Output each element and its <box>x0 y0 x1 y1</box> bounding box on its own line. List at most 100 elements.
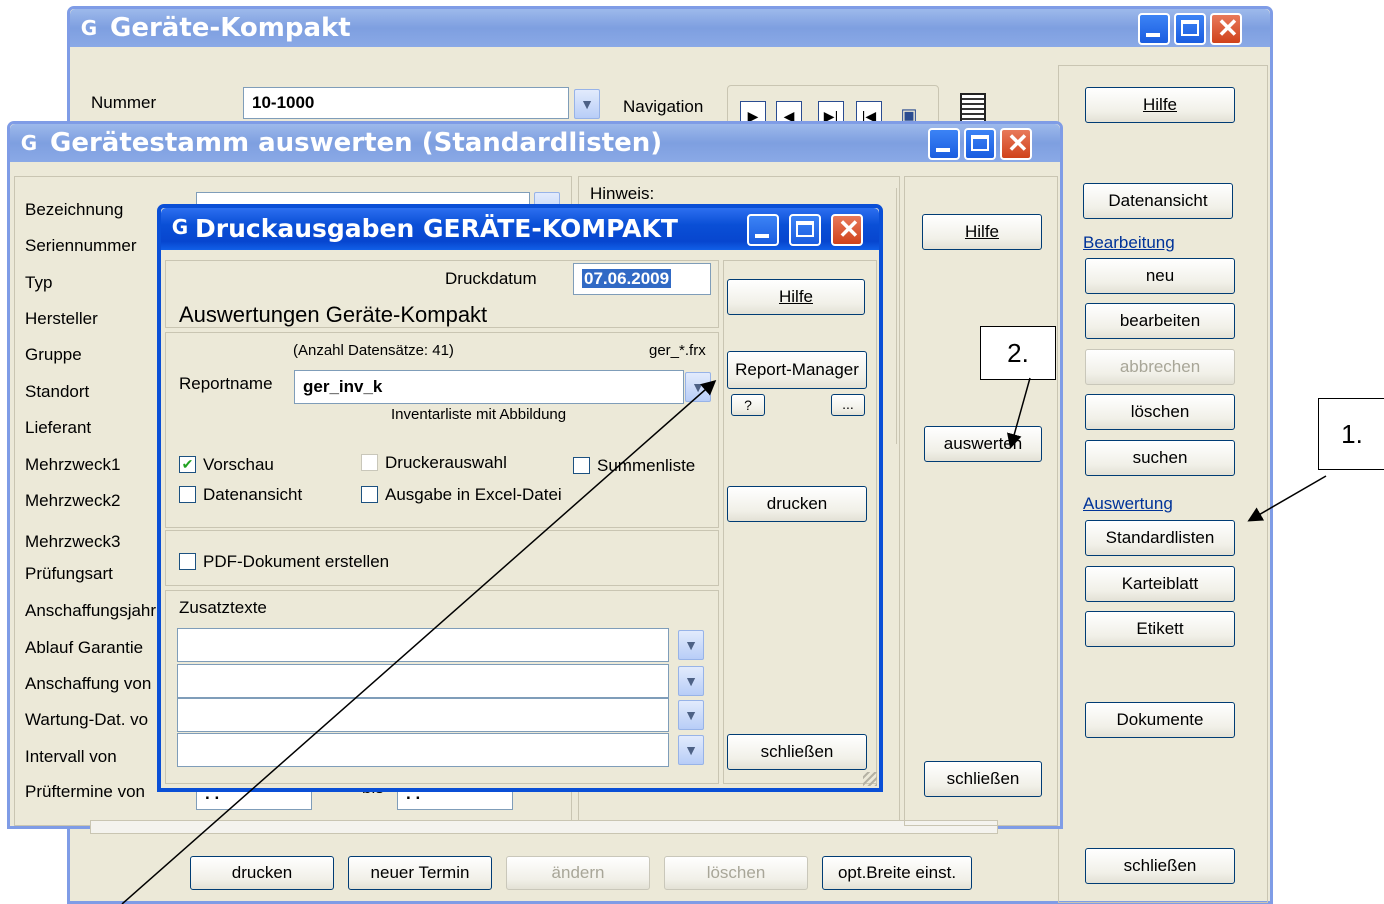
close-icon: ✕ <box>1007 128 1029 158</box>
titlebar-main[interactable]: G Geräte-Kompakt ✕ <box>70 9 1270 47</box>
neuer-termin-label: neuer Termin <box>370 863 470 882</box>
hilfe-button-geraetestamm[interactable]: Hilfe <box>922 214 1042 250</box>
report-manager-button[interactable]: Report-Manager <box>727 351 867 389</box>
standardlisten-button[interactable]: Standardlisten <box>1085 520 1235 556</box>
titlebar-geraetestamm[interactable]: G Gerätestamm auswerten (Standardlisten)… <box>10 124 1060 162</box>
geraetestamm-side-panel <box>904 176 1058 826</box>
field-label-anschaffungsjahr: Anschaffungsjahr <box>25 601 157 620</box>
drucken-label: drucken <box>231 863 293 882</box>
bearbeitung-label: Bearbeitung <box>1083 233 1175 252</box>
close-button[interactable]: ✕ <box>1000 128 1032 160</box>
titlebar-druckausgaben[interactable]: G Druckausgaben GERÄTE-KOMPAKT ✕ <box>161 208 879 250</box>
nummer-field[interactable]: 10-1000 <box>243 87 569 119</box>
datenansicht-label: Datenansicht <box>1108 191 1208 210</box>
hinweis-textbox[interactable] <box>884 188 897 444</box>
zusatztext-dropdown-2[interactable]: ▼ <box>678 666 704 696</box>
field-label-ablauf-garantie: Ablauf Garantie <box>25 638 144 657</box>
reportname-input[interactable]: ger_inv_k <box>294 370 684 404</box>
minimize-button[interactable] <box>747 214 779 246</box>
karteiblatt-button[interactable]: Karteiblatt <box>1085 566 1235 602</box>
anzahl-datensaetze: (Anzahl Datensätze: 41) <box>293 342 454 359</box>
reportname-label: Reportname <box>179 374 273 393</box>
bearbeiten-button[interactable]: bearbeiten <box>1085 303 1235 339</box>
auswerten-button[interactable]: auswerten <box>924 426 1042 462</box>
druckdatum-input[interactable]: 07.06.2009 <box>573 263 711 295</box>
minimize-button[interactable] <box>1138 13 1170 45</box>
callout-two: 2. <box>980 326 1056 380</box>
field-label-standort: Standort <box>25 382 90 401</box>
opt-breite-button[interactable]: opt.Breite einst. <box>822 856 972 890</box>
drucken-label: drucken <box>766 494 828 513</box>
minimize-button[interactable] <box>928 128 960 160</box>
schliessen-button-main[interactable]: schließen <box>1085 848 1235 884</box>
field-label-gruppe: Gruppe <box>25 345 82 364</box>
neuer-termin-button[interactable]: neuer Termin <box>348 856 492 890</box>
summenliste-checkbox[interactable] <box>573 457 590 474</box>
maximize-button[interactable] <box>1174 13 1206 45</box>
loeschen-button-side[interactable]: löschen <box>1085 394 1235 430</box>
loeschen-button-bottom[interactable]: löschen <box>664 856 808 890</box>
field-label-bezeichnung: Bezeichnung <box>25 200 124 219</box>
list-document-icon[interactable] <box>960 93 986 123</box>
maximize-button[interactable] <box>964 128 996 160</box>
frx-filter: ger_*.frx <box>649 342 706 359</box>
reportname-dropdown[interactable]: ▼ <box>685 372 711 402</box>
field-label-pruefungsart: Prüfungsart <box>25 564 113 583</box>
excel-checkbox[interactable] <box>361 486 378 503</box>
neu-button[interactable]: neu <box>1085 258 1235 294</box>
zusatztext-dropdown-3[interactable]: ▼ <box>678 700 704 730</box>
window-title: Geräte-Kompakt <box>110 13 351 43</box>
chevron-down-icon: ▼ <box>684 673 698 689</box>
drucken-button-main[interactable]: drucken <box>190 856 334 890</box>
schliessen-label: schließen <box>1123 856 1197 875</box>
drucken-button-druck[interactable]: drucken <box>727 486 867 522</box>
report-description: Inventarliste mit Abbildung <box>391 406 567 423</box>
help-question-button[interactable]: ? <box>731 394 765 416</box>
field-label-lieferant: Lieferant <box>25 418 92 437</box>
results-scrollbar[interactable] <box>90 820 998 834</box>
close-button[interactable]: ✕ <box>1210 13 1242 45</box>
question-icon: ? <box>744 397 752 413</box>
aendern-button[interactable]: ändern <box>506 856 650 890</box>
karteiblatt-label: Karteiblatt <box>1121 574 1199 593</box>
close-button[interactable]: ✕ <box>831 214 863 246</box>
zusatztext-input-1[interactable] <box>177 628 669 662</box>
schliessen-button-druck[interactable]: schließen <box>727 734 867 770</box>
schliessen-button-geraetestamm[interactable]: schließen <box>924 761 1042 797</box>
schliessen-label: schließen <box>946 769 1020 788</box>
hilfe-button-main[interactable]: Hilfe <box>1085 87 1235 123</box>
etikett-button[interactable]: Etikett <box>1085 611 1235 647</box>
dokumente-button[interactable]: Dokumente <box>1085 702 1235 738</box>
abbrechen-button[interactable]: abbrechen <box>1085 349 1235 385</box>
chevron-down-icon: ▼ <box>684 637 698 653</box>
hilfe-label: Hilfe <box>778 287 813 306</box>
resize-grip-icon[interactable] <box>863 772 877 786</box>
maximize-button[interactable] <box>789 214 821 246</box>
zusatztext-dropdown-1[interactable]: ▼ <box>678 630 704 660</box>
zusatztext-input-3[interactable] <box>177 698 669 732</box>
close-icon: ✕ <box>838 214 860 244</box>
zusatztext-dropdown-4[interactable]: ▼ <box>678 735 704 765</box>
pdf-checkbox[interactable] <box>179 553 196 570</box>
nummer-dropdown[interactable]: ▼ <box>574 89 600 119</box>
suchen-label: suchen <box>1132 448 1188 467</box>
navigation-label: Navigation <box>623 97 704 116</box>
schliessen-label: schließen <box>760 742 834 761</box>
standardlisten-label: Standardlisten <box>1105 528 1215 547</box>
browse-ellipsis-button[interactable]: ... <box>831 394 865 416</box>
window-title: Gerätestamm auswerten (Standardlisten) <box>50 128 663 158</box>
vorschau-checkbox[interactable]: ✔ <box>179 456 196 473</box>
druckerauswahl-label: Druckerauswahl <box>385 453 507 472</box>
hilfe-button-druck[interactable]: Hilfe <box>727 279 865 315</box>
suchen-button[interactable]: suchen <box>1085 440 1235 476</box>
datenansicht-checkbox[interactable] <box>179 486 196 503</box>
datenansicht-button[interactable]: Datenansicht <box>1083 183 1233 219</box>
callout-one: 1. <box>1318 398 1384 470</box>
zusatztext-input-2[interactable] <box>177 664 669 698</box>
druck-side-panel <box>723 260 877 784</box>
zusatztexte-label: Zusatztexte <box>179 598 267 617</box>
window-title: Druckausgaben GERÄTE-KOMPAKT <box>195 214 678 243</box>
zusatztext-input-4[interactable] <box>177 733 669 767</box>
opt-breite-label: opt.Breite einst. <box>837 863 957 882</box>
druckerauswahl-checkbox[interactable] <box>361 454 378 471</box>
